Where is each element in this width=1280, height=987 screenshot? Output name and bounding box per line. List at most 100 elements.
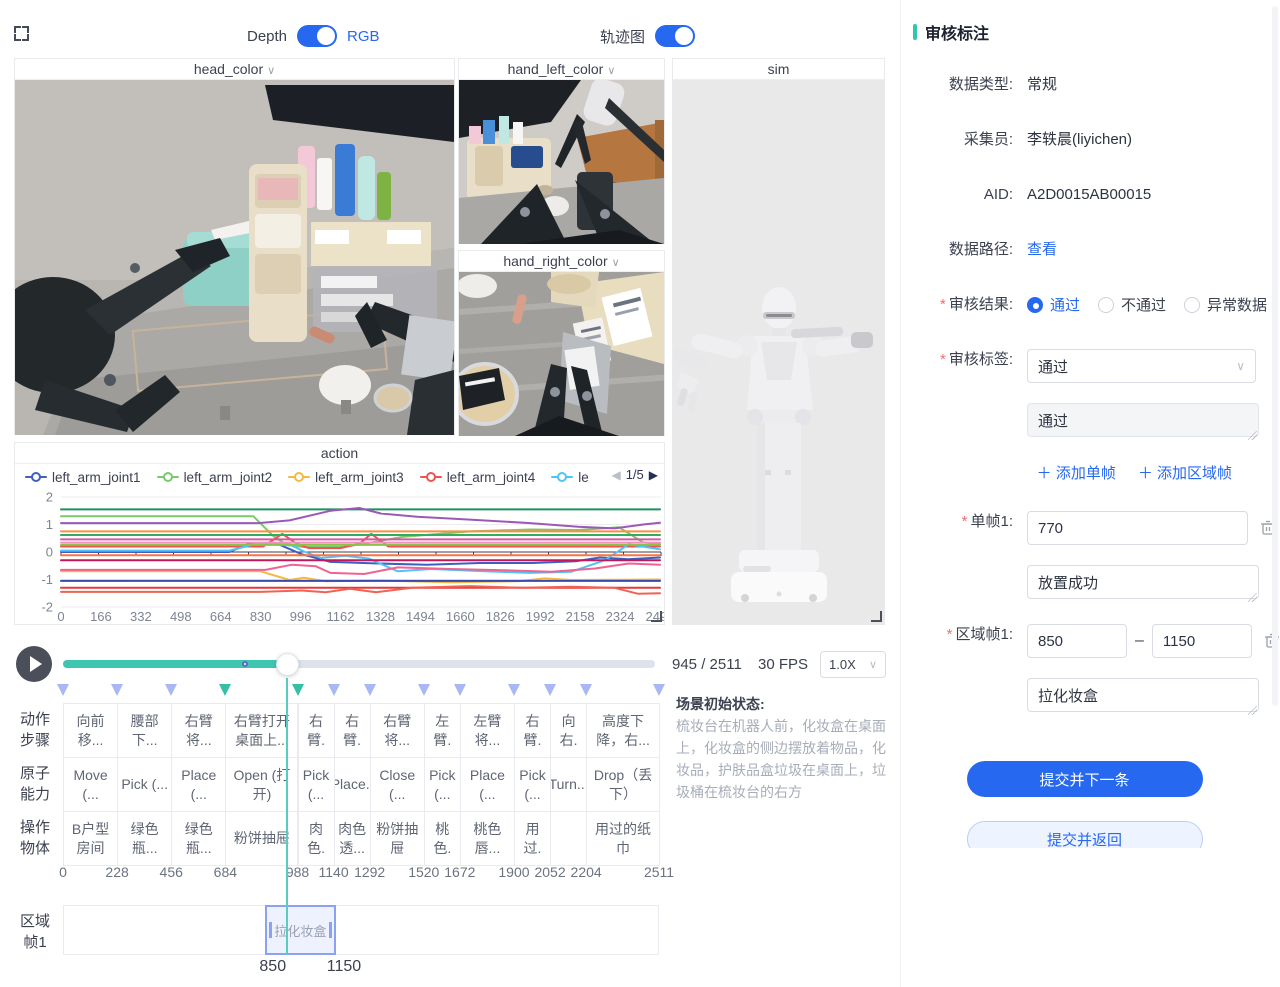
table-cell[interactable]: Close (... — [370, 757, 425, 812]
resize-handle-icon[interactable] — [871, 611, 882, 622]
table-cell[interactable]: 右臂. — [298, 703, 335, 758]
table-cell[interactable]: Pick (... — [298, 757, 335, 812]
table-cell[interactable]: 肉色透... — [334, 811, 371, 866]
resize-grip-icon[interactable] — [1248, 706, 1257, 715]
table-cell[interactable]: 高度下降，右... — [586, 703, 660, 758]
region-frame-note[interactable]: 拉化妆盒 — [1027, 678, 1259, 712]
add-single-frame-link[interactable]: ＋ 添加单帧 — [1037, 462, 1116, 483]
legend-item[interactable]: left_arm_joint1 — [25, 470, 141, 485]
submit-back-button[interactable]: 提交并返回 — [967, 821, 1203, 848]
timeline-axis-label: 456 — [160, 864, 183, 880]
svg-text:664: 664 — [210, 609, 232, 624]
table-cell[interactable]: 右臂将... — [171, 703, 226, 758]
table-cell[interactable] — [550, 811, 587, 866]
delete-region-frame-icon[interactable] — [1264, 632, 1280, 649]
region-start-input[interactable] — [1027, 624, 1127, 658]
table-cell[interactable]: Pick (... — [424, 757, 461, 812]
timeline-slider[interactable] — [63, 660, 655, 668]
hand-left-camera-image — [459, 80, 664, 244]
delete-single-frame-icon[interactable] — [1260, 519, 1276, 536]
table-cell[interactable]: Pick (... — [117, 757, 172, 812]
playback-speed-select[interactable]: 1.0X ∨ — [820, 651, 886, 678]
table-cell[interactable]: 右臂. — [334, 703, 371, 758]
table-cell[interactable]: 左臂将... — [460, 703, 515, 758]
band-left-handle[interactable] — [269, 922, 272, 938]
play-button[interactable] — [16, 646, 52, 682]
resize-handle-icon[interactable] — [651, 611, 662, 622]
table-cell[interactable]: 向右. — [550, 703, 587, 758]
region-track[interactable] — [63, 905, 659, 955]
segment-marker-icon[interactable] — [544, 684, 556, 696]
depth-rgb-toggle[interactable] — [297, 25, 337, 47]
review-result-radio[interactable]: 异常数据 — [1184, 294, 1267, 315]
table-cell[interactable]: 用过. — [514, 811, 551, 866]
review-result-radio[interactable]: 不通过 — [1098, 294, 1166, 315]
table-cell[interactable]: 右臂. — [514, 703, 551, 758]
resize-grip-icon[interactable] — [1248, 431, 1257, 440]
sim-panel-title: sim — [768, 61, 790, 77]
legend-item[interactable]: le — [551, 470, 589, 485]
legend-marker-icon — [25, 471, 47, 483]
slider-handle[interactable] — [276, 653, 299, 676]
main-area: Depth RGB 轨迹图 head_color∨ — [0, 0, 900, 987]
segment-marker-icon[interactable] — [292, 684, 304, 696]
review-tag-note-row: 通过 — [913, 403, 1256, 442]
legend-prev-icon[interactable]: ◀ — [611, 468, 620, 482]
table-cell[interactable]: 向前移... — [63, 703, 118, 758]
table-cell[interactable]: 用过的纸巾 — [586, 811, 660, 866]
region-band[interactable]: 拉化妆盒 — [265, 905, 336, 955]
svg-text:996: 996 — [290, 609, 312, 624]
segment-marker-icon[interactable] — [653, 684, 665, 696]
table-cell[interactable]: Place.. — [334, 757, 371, 812]
table-cell[interactable]: 腰部下... — [117, 703, 172, 758]
resize-grip-icon[interactable] — [1248, 593, 1257, 602]
row-label: 动作步骤 — [15, 709, 55, 751]
table-cell[interactable]: B户型房间 — [63, 811, 118, 866]
table-cell[interactable]: 粉饼抽屉 — [370, 811, 425, 866]
single-frame-input[interactable] — [1027, 511, 1248, 545]
segment-marker-icon[interactable] — [418, 684, 430, 696]
hand-left-camera-header[interactable]: hand_left_color∨ — [459, 59, 664, 80]
table-cell[interactable]: Pick (... — [514, 757, 551, 812]
table-cell[interactable]: Place (... — [460, 757, 515, 812]
table-cell[interactable]: 桃色唇... — [460, 811, 515, 866]
table-cell[interactable]: Move (... — [63, 757, 118, 812]
table-cell[interactable]: Place (... — [171, 757, 226, 812]
segment-marker-icon[interactable] — [508, 684, 520, 696]
hand-right-camera-header[interactable]: hand_right_color∨ — [459, 251, 664, 272]
segment-marker-icon[interactable] — [165, 684, 177, 696]
segment-marker-icon[interactable] — [328, 684, 340, 696]
segment-marker-icon[interactable] — [219, 684, 231, 696]
table-cell[interactable]: 绿色瓶... — [171, 811, 226, 866]
table-cell[interactable]: 肉色. — [298, 811, 335, 866]
region-end-input[interactable] — [1152, 624, 1252, 658]
review-result-radio[interactable]: 通过 — [1027, 294, 1080, 315]
data-path-view-link[interactable]: 查看 — [1027, 239, 1057, 261]
legend-item[interactable]: left_arm_joint4 — [420, 470, 536, 485]
head-camera-header[interactable]: head_color∨ — [15, 59, 454, 80]
table-cell[interactable]: Drop（丢下） — [586, 757, 660, 812]
review-tag-note[interactable]: 通过 — [1027, 403, 1259, 437]
legend-item[interactable]: left_arm_joint2 — [157, 470, 273, 485]
segment-marker-icon[interactable] — [111, 684, 123, 696]
segment-marker-icon[interactable] — [57, 684, 69, 696]
chevron-down-icon: ∨ — [267, 65, 275, 77]
table-cell[interactable]: 绿色瓶... — [117, 811, 172, 866]
review-tag-select[interactable]: 通过 ∨ — [1027, 349, 1256, 383]
submit-next-button[interactable]: 提交并下一条 — [967, 761, 1203, 797]
table-cell[interactable]: 右臂将... — [370, 703, 425, 758]
band-right-handle[interactable] — [329, 922, 332, 938]
add-region-frame-link[interactable]: ＋ 添加区域帧 — [1138, 462, 1232, 483]
segment-marker-icon[interactable] — [580, 684, 592, 696]
table-cell[interactable]: 桃色. — [424, 811, 461, 866]
single-frame-note[interactable]: 放置成功 — [1027, 565, 1259, 599]
segment-marker-icon[interactable] — [364, 684, 376, 696]
trajectory-toggle[interactable] — [655, 25, 695, 47]
legend-item[interactable]: left_arm_joint3 — [288, 470, 404, 485]
table-cell[interactable]: 左臂. — [424, 703, 461, 758]
fullscreen-icon[interactable] — [14, 26, 29, 41]
depth-label: Depth — [247, 28, 287, 45]
legend-next-icon[interactable]: ▶ — [649, 468, 658, 482]
segment-marker-icon[interactable] — [454, 684, 466, 696]
table-cell[interactable]: Turn... — [550, 757, 587, 812]
